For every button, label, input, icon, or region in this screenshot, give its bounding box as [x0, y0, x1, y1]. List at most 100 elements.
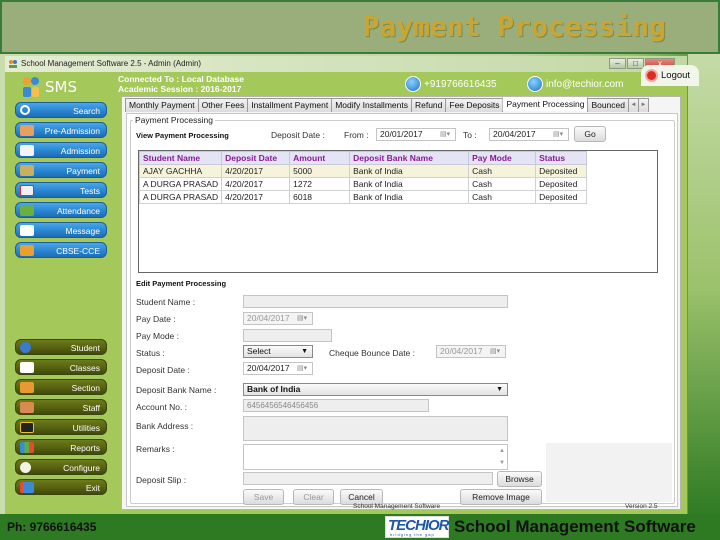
sidebar-item-configure[interactable]: Configure — [15, 459, 107, 475]
sidebar-item-payment[interactable]: Payment — [15, 162, 107, 178]
cell-deposit-date: 4/20/2017 — [221, 164, 291, 178]
student-name-field[interactable] — [243, 295, 508, 308]
app-icon — [9, 60, 17, 68]
bank-name-select[interactable]: Bank of India ▼ — [243, 383, 508, 396]
calendar-icon[interactable]: ▤▾ — [440, 131, 452, 139]
deposit-date-picker[interactable]: 20/04/2017 ▤▾ — [243, 362, 313, 375]
sidebar-item-section[interactable]: Section — [15, 379, 107, 395]
to-date-value: 20/04/2017 — [493, 129, 536, 139]
phone-icon — [405, 76, 421, 92]
calendar-icon[interactable]: ▤▾ — [490, 348, 502, 356]
table-row[interactable]: A DURGA PRASAD 4/20/2017 1272 Bank of In… — [138, 177, 588, 191]
cell-student-name: A DURGA PRASAD — [138, 177, 223, 191]
tab-bounced[interactable]: Bounced — [587, 98, 629, 112]
connected-text: Connected To : Local Database — [118, 74, 244, 84]
tab-scroll-right-icon[interactable]: ► — [638, 98, 649, 112]
tab-refund[interactable]: Refund — [410, 98, 447, 112]
remarks-textarea[interactable]: ▲ ▼ — [243, 444, 508, 470]
column-header[interactable]: Status — [535, 151, 588, 165]
cheque-bounce-date-picker[interactable]: 20/04/2017 ▤▾ — [436, 345, 506, 358]
sidebar-item-label: Staff — [82, 403, 100, 413]
account-no-field[interactable]: 6456456546456456 — [243, 399, 429, 412]
browse-button[interactable]: Browse — [497, 471, 542, 487]
pay-mode-label: Pay Mode : — [136, 331, 179, 341]
folder-icon — [20, 245, 34, 256]
phone-number: +919766616435 — [424, 78, 497, 90]
sidebar-item-tests[interactable]: Tests — [15, 182, 107, 198]
column-header[interactable]: Pay Mode — [468, 151, 537, 165]
column-header[interactable]: Deposit Date — [221, 151, 291, 165]
sidebar-item-search[interactable]: Search — [15, 102, 107, 118]
sidebar-item-cbse-cce[interactable]: CBSE-CCE — [15, 242, 107, 258]
view-section-title: View Payment Processing — [136, 131, 229, 140]
deposit-slip-field[interactable] — [243, 472, 493, 485]
tab-fee-deposits[interactable]: Fee Deposits — [445, 98, 504, 112]
sidebar-main: Search Pre-Admission Admission Payment T… — [15, 102, 119, 262]
sidebar-item-pre-admission[interactable]: Pre-Admission — [15, 122, 107, 138]
users-icon — [23, 77, 39, 97]
status-app-name: School Management Software — [353, 503, 441, 510]
window-title: School Management Software 2.5 - Admin (… — [21, 59, 202, 68]
sidebar-item-classes[interactable]: Classes — [15, 359, 107, 375]
table-header-row: Student Name Deposit Date Amount Deposit… — [138, 151, 588, 165]
sidebar-item-attendance[interactable]: Attendance — [15, 202, 107, 218]
from-date-picker[interactable]: 20/01/2017 ▤▾ — [376, 128, 456, 141]
sidebar-item-staff[interactable]: Staff — [15, 399, 107, 415]
minimize-button[interactable]: – — [609, 58, 626, 69]
cell-student-name: AJAY GACHHA — [138, 164, 223, 178]
status-select[interactable]: Select ▼ — [243, 345, 313, 358]
sidebar-item-label: Pre-Admission — [44, 126, 100, 136]
scrollbar[interactable]: ▲ ▼ — [497, 445, 507, 469]
cell-amount: 6018 — [289, 190, 351, 204]
sidebar-item-label: Classes — [69, 363, 100, 373]
column-header[interactable]: Deposit Bank Name — [349, 151, 470, 165]
calendar-icon[interactable]: ▤▾ — [297, 315, 309, 323]
cell-status: Deposited — [535, 177, 588, 191]
person-icon — [20, 125, 34, 136]
sidebar-item-utilities[interactable]: Utilities — [15, 419, 107, 435]
go-button[interactable]: Go — [574, 126, 606, 142]
table-row[interactable]: A DURGA PRASAD 4/20/2017 6018 Bank of In… — [138, 190, 588, 204]
maximize-button[interactable]: □ — [627, 58, 644, 69]
footer-phone: Ph: 9766616435 — [7, 520, 97, 534]
group-icon — [20, 382, 34, 393]
sidebar-item-message[interactable]: Message — [15, 222, 107, 238]
tab-monthly-payment[interactable]: Monthly Payment — [125, 98, 199, 112]
sidebar-item-label: Exit — [85, 483, 100, 493]
logout-button[interactable]: Logout — [641, 65, 699, 86]
column-header[interactable]: Amount — [289, 151, 351, 165]
sms-logo: SMS — [21, 76, 77, 98]
footer-title: School Management Software — [454, 517, 696, 536]
pay-mode-field[interactable] — [243, 329, 332, 342]
sidebar-item-student[interactable]: Student — [15, 339, 107, 355]
sidebar-item-admission[interactable]: Admission — [15, 142, 107, 158]
power-icon — [645, 69, 658, 82]
sidebar-item-label: Payment — [66, 166, 100, 176]
student-name-label: Student Name : — [136, 297, 196, 307]
tab-panel: View Payment Processing Deposit Date : F… — [126, 113, 678, 507]
tab-strip: Monthly Payment Other Fees Installment P… — [125, 96, 649, 112]
slide-banner: Payment Processing — [0, 0, 720, 54]
calendar-icon[interactable]: ▤▾ — [553, 131, 565, 139]
payment-processing-group: View Payment Processing Deposit Date : F… — [130, 120, 675, 505]
tab-other-fees[interactable]: Other Fees — [197, 98, 249, 112]
app-window: School Management Software 2.5 - Admin (… — [5, 56, 699, 518]
table-row[interactable]: AJAY GACHHA 4/20/2017 5000 Bank of India… — [138, 164, 588, 178]
column-header[interactable]: Student Name — [138, 151, 223, 165]
sidebar-item-label: Attendance — [56, 206, 100, 216]
calendar-icon[interactable]: ▤▾ — [297, 365, 309, 373]
sidebar-item-label: CBSE-CCE — [56, 246, 100, 256]
sidebar-item-reports[interactable]: Reports — [15, 439, 107, 455]
bank-name-label: Deposit Bank Name : — [136, 385, 217, 395]
cell-amount: 5000 — [289, 164, 351, 178]
pay-date-picker[interactable]: 20/04/2017 ▤▾ — [243, 312, 313, 325]
techior-tagline: bridging the gap — [390, 532, 435, 537]
bank-address-field[interactable] — [243, 416, 508, 441]
sidebar-item-exit[interactable]: Exit — [15, 479, 107, 495]
cell-deposit-date: 4/20/2017 — [221, 190, 291, 204]
tab-installment-payment[interactable]: Installment Payment — [247, 98, 333, 112]
deposit-slip-label: Deposit Slip : — [136, 475, 187, 485]
tab-modify-installments[interactable]: Modify Installments — [331, 98, 412, 112]
tab-payment-processing[interactable]: Payment Processing — [502, 96, 589, 111]
to-date-picker[interactable]: 20/04/2017 ▤▾ — [489, 128, 569, 141]
